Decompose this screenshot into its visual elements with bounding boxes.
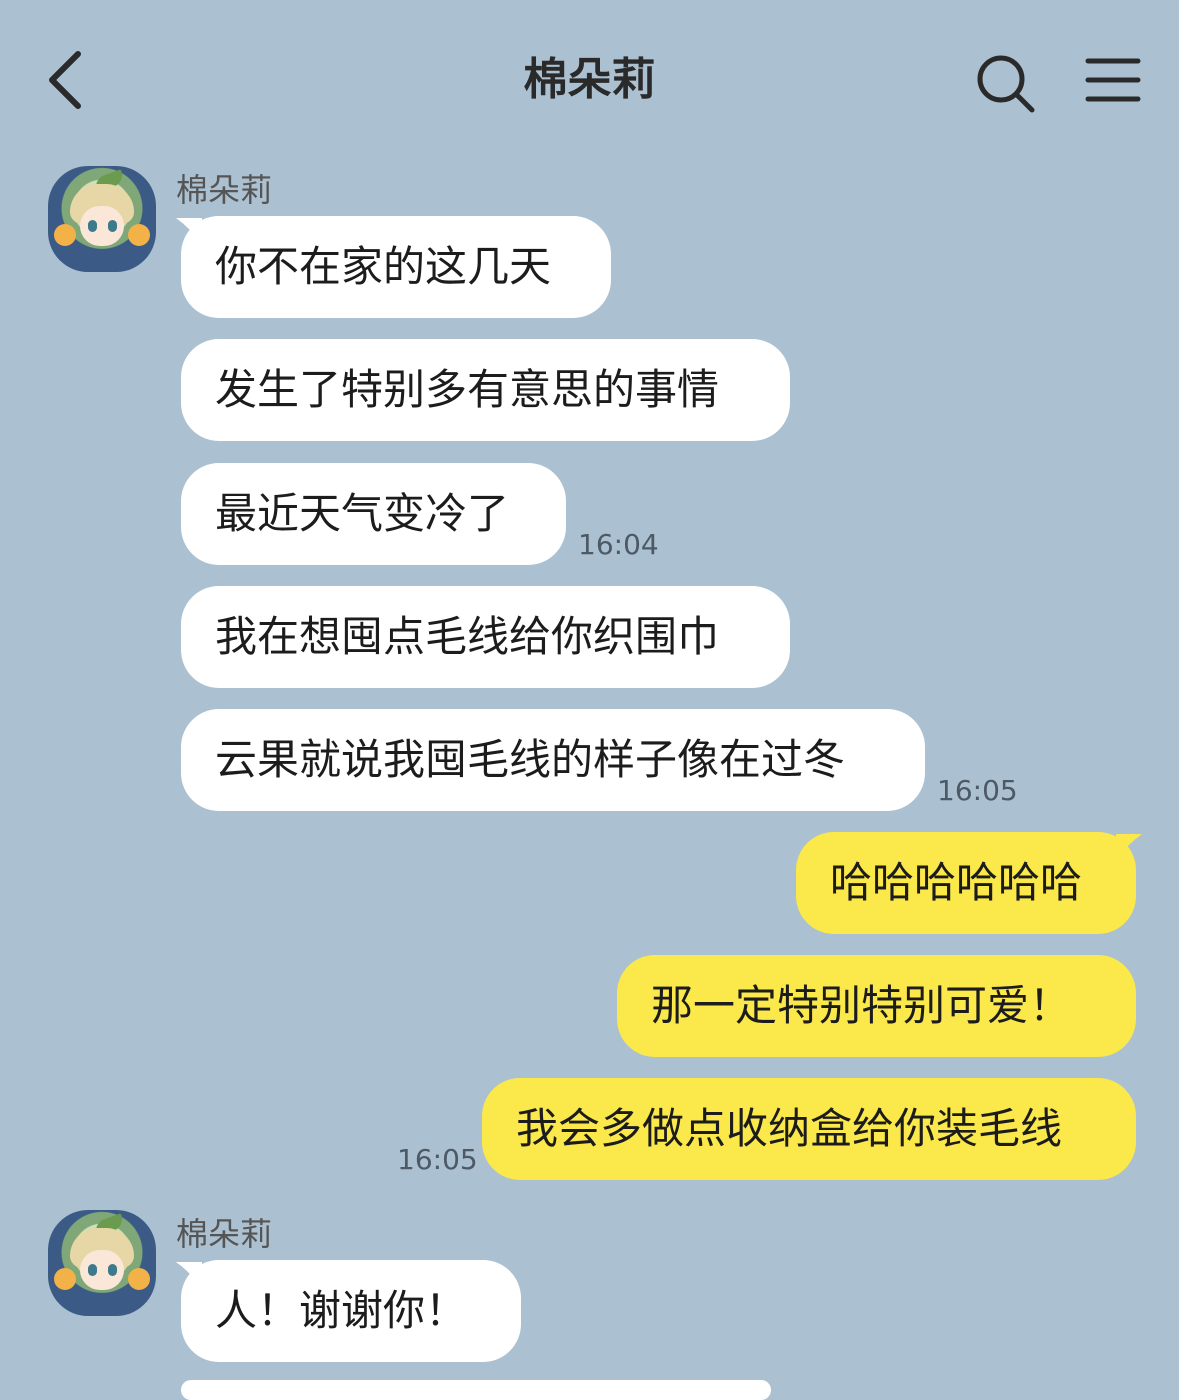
avatar-face	[80, 206, 124, 246]
avatar[interactable]	[48, 1210, 156, 1316]
avatar-hand	[128, 224, 150, 246]
sender-name: 棉朵莉	[176, 1215, 273, 1253]
chat-header: 棉朵莉	[0, 0, 1179, 160]
avatar-eye	[88, 1264, 97, 1276]
avatar-hand	[128, 1268, 150, 1290]
message-bubble[interactable]: 我会多做点收纳盒给你装毛线	[482, 1078, 1136, 1180]
avatar-eye	[108, 220, 117, 232]
message-bubble[interactable]: 我在想囤点毛线给你织围巾	[181, 586, 790, 688]
message-time: 16:05	[937, 774, 1018, 807]
message-bubble[interactable]: 哈哈哈哈哈哈	[796, 832, 1136, 934]
message-time: 16:04	[578, 528, 659, 561]
avatar-eye	[108, 1264, 117, 1276]
avatar-hand	[54, 224, 76, 246]
avatar-face	[80, 1250, 124, 1290]
message-bubble[interactable]: 云果就说我囤毛线的样子像在过冬	[181, 709, 925, 811]
avatar-hand	[54, 1268, 76, 1290]
message-bubble[interactable]: 最近天气变冷了	[181, 463, 566, 565]
hamburger-menu-icon	[1085, 58, 1141, 102]
message-bubble[interactable]: 人！谢谢你！	[181, 1260, 521, 1362]
sender-name: 棉朵莉	[176, 171, 273, 209]
avatar[interactable]	[48, 166, 156, 272]
menu-button[interactable]	[1084, 55, 1142, 105]
message-bubble[interactable]: 你不在家的这几天	[181, 216, 611, 318]
search-icon	[977, 55, 1035, 113]
message-bubble-partial[interactable]	[181, 1380, 771, 1400]
avatar-eye	[88, 220, 97, 232]
search-button[interactable]	[972, 50, 1038, 116]
message-time: 16:05	[397, 1143, 478, 1176]
message-bubble[interactable]: 发生了特别多有意思的事情	[181, 339, 790, 441]
message-bubble[interactable]: 那一定特别特别可爱！	[617, 955, 1136, 1057]
